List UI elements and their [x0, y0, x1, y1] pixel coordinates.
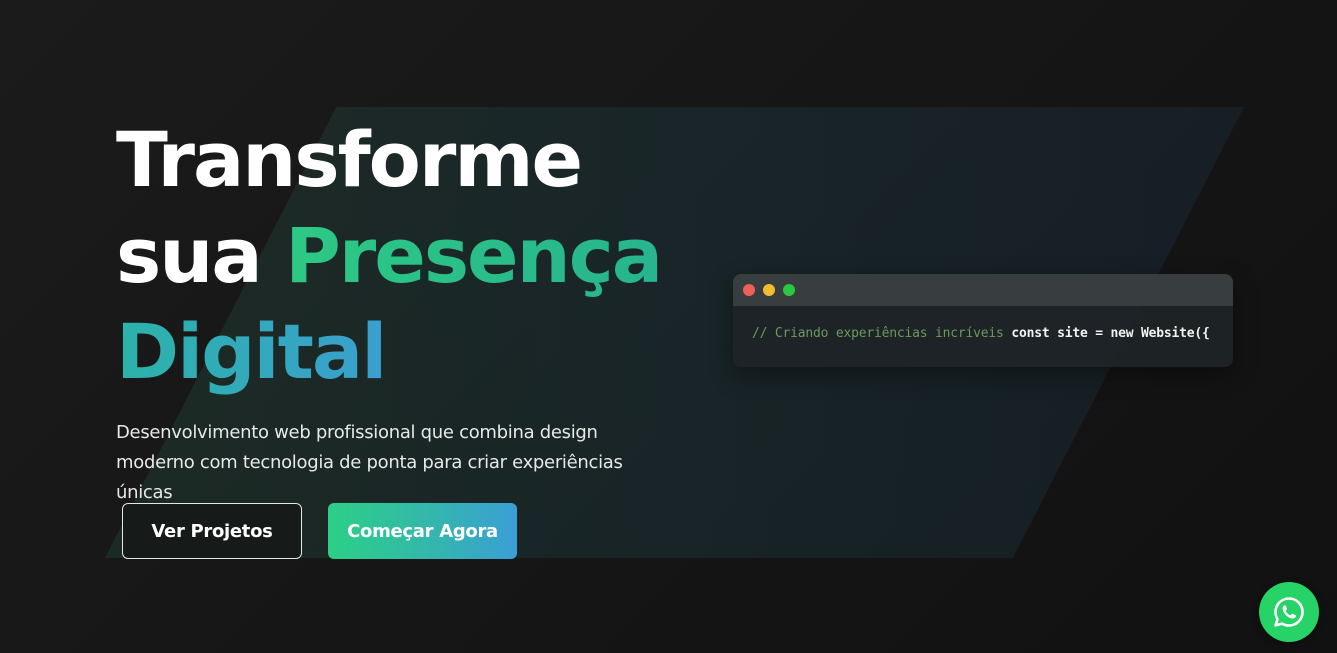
- start-now-button[interactable]: Começar Agora: [328, 503, 517, 559]
- hero-title-highlight: Presença: [285, 211, 663, 300]
- view-projects-button[interactable]: Ver Projetos: [122, 503, 302, 559]
- window-minimize-dot: [763, 284, 775, 296]
- hero-section: Transforme sua Presença Digital Desenvol…: [0, 0, 1337, 653]
- hero-title-line2-prefix: sua: [116, 211, 286, 300]
- code-snippet: // Criando experiências incríveis const …: [733, 306, 1233, 341]
- code-window: // Criando experiências incríveis const …: [733, 274, 1233, 367]
- hero-title-line3: Digital: [116, 307, 387, 396]
- hero-subtitle: Desenvolvimento web profissional que com…: [116, 422, 623, 503]
- whatsapp-button[interactable]: [1259, 582, 1319, 642]
- hero-title-line1: Transforme: [116, 115, 583, 204]
- code-window-titlebar: [733, 274, 1233, 306]
- window-close-dot: [743, 284, 755, 296]
- hero-buttons: Ver Projetos Começar Agora: [122, 503, 517, 559]
- window-maximize-dot: [783, 284, 795, 296]
- hero-title: Transforme sua Presença Digital: [116, 112, 736, 400]
- code-line: const site = new Website({: [1011, 326, 1210, 341]
- hero-content: Transforme sua Presença Digital Desenvol…: [116, 112, 736, 508]
- whatsapp-icon: [1274, 597, 1304, 627]
- code-comment: // Criando experiências incríveis: [752, 326, 1004, 341]
